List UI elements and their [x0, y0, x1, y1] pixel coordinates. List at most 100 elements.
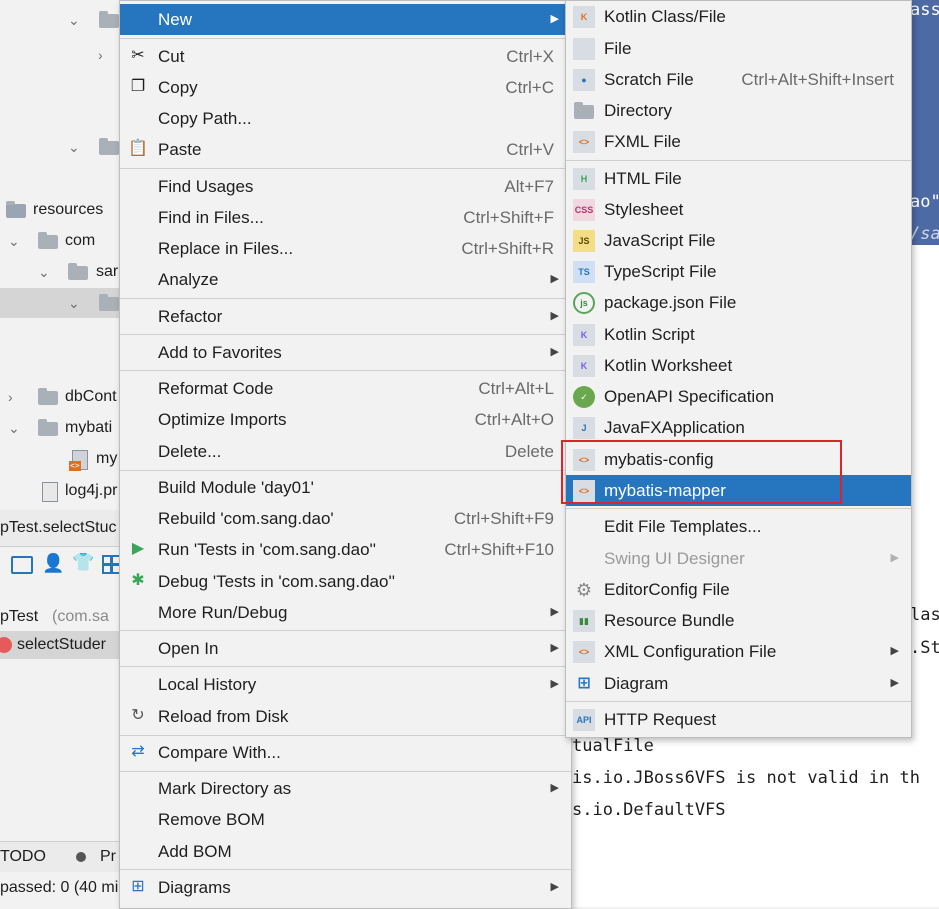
status-bar: passed: 0 (40 mi: [0, 872, 120, 907]
chevron-right-icon[interactable]: ›: [98, 40, 103, 70]
submenu-item-javascript-file[interactable]: JS JavaScript File: [566, 225, 911, 256]
menu-item-compare-with[interactable]: ⇄ Compare With...: [120, 737, 571, 768]
submenu-item-fxml-file[interactable]: <> FXML File: [566, 126, 911, 157]
menu-item-local-history[interactable]: Local History ▶: [120, 669, 571, 700]
menu-item-run-tests[interactable]: ▶ Run 'Tests in 'com.sang.dao'' Ctrl+Shi…: [120, 534, 571, 565]
menu-item-more-run-debug[interactable]: More Run/Debug ▶: [120, 597, 571, 628]
menu-item-replace-in-files[interactable]: Replace in Files... Ctrl+Shift+R: [120, 233, 571, 264]
submenu-item-kotlin-class[interactable]: K Kotlin Class/File: [566, 1, 911, 32]
submenu-item-swing-ui-designer[interactable]: Swing UI Designer ▶: [566, 543, 911, 574]
tree-row-mybatis-file[interactable]: <> my: [0, 444, 130, 474]
menu-item-rebuild[interactable]: Rebuild 'com.sang.dao' Ctrl+Shift+F9: [120, 503, 571, 534]
menu-item-label: Reformat Code: [158, 379, 274, 398]
submenu-item-kotlin-worksheet[interactable]: K Kotlin Worksheet: [566, 350, 911, 381]
menu-item-open-in[interactable]: Open In ▶: [120, 633, 571, 664]
submenu-item-package-json[interactable]: js package.json File: [566, 287, 911, 318]
menu-item-label: Diagram: [604, 674, 669, 693]
chevron-down-icon[interactable]: ⌄: [68, 288, 80, 318]
menu-item-debug-tests[interactable]: ✱ Debug 'Tests in 'com.sang.dao'': [120, 566, 571, 597]
menu-item-delete[interactable]: Delete... Delete: [120, 436, 571, 467]
chevron-right-icon[interactable]: ›: [8, 382, 13, 412]
chevron-down-icon[interactable]: ⌄: [68, 5, 80, 35]
test-class-row[interactable]: pTest (com.sa: [0, 604, 120, 632]
tree-label: dbCont: [65, 388, 117, 405]
submenu-item-kotlin-script[interactable]: K Kotlin Script: [566, 319, 911, 350]
shirt-icon[interactable]: 👕: [72, 552, 94, 573]
chevron-down-icon[interactable]: ⌄: [8, 226, 20, 256]
code-text: s.io.DefaultVFS: [572, 800, 726, 820]
code-text: ao": [910, 192, 939, 212]
tree-row-resources[interactable]: resources: [0, 195, 130, 225]
menu-item-find-in-files[interactable]: Find in Files... Ctrl+Shift+F: [120, 202, 571, 233]
todo-tab[interactable]: TODO: [0, 848, 46, 866]
compare-arrows-icon: ⇄: [131, 743, 145, 760]
submenu-item-html-file[interactable]: H HTML File: [566, 163, 911, 194]
typescript-file-icon: TS: [573, 261, 595, 283]
tree-row-log4j[interactable]: log4j.pr: [0, 476, 130, 506]
menu-item-shortcut: Ctrl+Shift+R: [461, 239, 554, 258]
chevron-down-icon[interactable]: ⌄: [8, 413, 20, 443]
tree-row-selected[interactable]: ⌄: [0, 288, 130, 318]
menu-item-cut[interactable]: ✂ Cut Ctrl+X: [120, 41, 571, 72]
submenu-item-diagram[interactable]: ⊞ Diagram ▶: [566, 668, 911, 699]
submenu-item-openapi[interactable]: ✓ OpenAPI Specification: [566, 381, 911, 412]
menu-item-optimize-imports[interactable]: Optimize Imports Ctrl+Alt+O: [120, 404, 571, 435]
user-icon[interactable]: 👤: [42, 553, 64, 574]
submenu-arrow-icon: ▶: [550, 782, 559, 794]
menu-item-new[interactable]: New ▶: [120, 4, 571, 35]
submenu-item-scratch-file[interactable]: ● Scratch File Ctrl+Alt+Shift+Insert: [566, 64, 911, 95]
code-text: /sa: [910, 224, 939, 244]
submenu-item-stylesheet[interactable]: CSS Stylesheet: [566, 194, 911, 225]
submenu-arrow-icon: ▶: [550, 881, 559, 893]
submenu-item-http-request[interactable]: API HTTP Request: [566, 704, 911, 735]
tree-row-sang[interactable]: ⌄ sar: [0, 257, 130, 287]
menu-item-label: XML Configuration File: [604, 642, 777, 661]
menu-item-find-usages[interactable]: Find Usages Alt+F7: [120, 171, 571, 202]
menu-item-diagrams[interactable]: ⊞ Diagrams ▶: [120, 872, 571, 903]
submenu-item-typescript-file[interactable]: TS TypeScript File: [566, 256, 911, 287]
menu-separator: [120, 470, 571, 471]
problems-tab[interactable]: Pr: [100, 848, 116, 866]
tree-row-com[interactable]: ⌄ com: [0, 226, 130, 256]
menu-item-mark-directory-as[interactable]: Mark Directory as ▶: [120, 773, 571, 804]
chevron-down-icon[interactable]: ⌄: [68, 132, 80, 162]
menu-item-copy-path[interactable]: Copy Path...: [120, 103, 571, 134]
tree-row-folder[interactable]: ⌄: [0, 5, 130, 35]
menu-item-refactor[interactable]: Refactor ▶: [120, 301, 571, 332]
menu-item-label: Compare With...: [158, 743, 281, 762]
submenu-item-xml-configuration[interactable]: <> XML Configuration File ▶: [566, 636, 911, 667]
run-tab[interactable]: pTest.selectStuc: [0, 519, 117, 537]
menu-item-reformat-code[interactable]: Reformat Code Ctrl+Alt+L: [120, 373, 571, 404]
tree-label: my: [96, 450, 118, 467]
folder-icon: [574, 102, 594, 119]
submenu-item-resource-bundle[interactable]: ▮▮ Resource Bundle: [566, 605, 911, 636]
tree-row-dbconfig[interactable]: › dbCont: [0, 382, 130, 412]
submenu-arrow-icon: ▶: [550, 13, 559, 25]
grid-icon[interactable]: [102, 555, 121, 574]
tree-row-folder[interactable]: ⌄: [0, 132, 130, 162]
menu-item-copy[interactable]: ❐ Copy Ctrl+C: [120, 72, 571, 103]
menu-item-label: TypeScript File: [604, 262, 717, 281]
submenu-item-file[interactable]: File: [566, 33, 911, 64]
tree-row-mybatis[interactable]: ⌄ mybati: [0, 413, 130, 443]
submenu-item-directory[interactable]: Directory: [566, 95, 911, 126]
menu-item-reload-from-disk[interactable]: ↻ Reload from Disk: [120, 701, 571, 732]
menu-item-add-to-favorites[interactable]: Add to Favorites ▶: [120, 337, 571, 368]
keyboard-icon[interactable]: [11, 556, 33, 574]
menu-item-label: Debug 'Tests in 'com.sang.dao'': [158, 572, 395, 591]
submenu-item-edit-file-templates[interactable]: Edit File Templates...: [566, 511, 911, 542]
submenu-arrow-icon: ▶: [550, 346, 559, 358]
menu-item-analyze[interactable]: Analyze ▶: [120, 264, 571, 295]
tree-row-folder[interactable]: ›: [0, 40, 130, 70]
menu-item-build-module[interactable]: Build Module 'day01': [120, 472, 571, 503]
test-method-row[interactable]: selectStuder: [0, 631, 120, 659]
menu-item-add-bom[interactable]: Add BOM: [120, 836, 571, 867]
menu-item-paste[interactable]: 📋 Paste Ctrl+V: [120, 134, 571, 165]
submenu-item-javafx-application[interactable]: J JavaFXApplication: [566, 412, 911, 443]
menu-item-remove-bom[interactable]: Remove BOM: [120, 804, 571, 835]
menu-separator: [120, 869, 571, 870]
chevron-down-icon[interactable]: ⌄: [38, 257, 50, 287]
file-icon: [573, 38, 595, 60]
run-tab-bar: pTest.selectStuc: [0, 510, 120, 547]
submenu-item-editorconfig[interactable]: ⚙ EditorConfig File: [566, 574, 911, 605]
